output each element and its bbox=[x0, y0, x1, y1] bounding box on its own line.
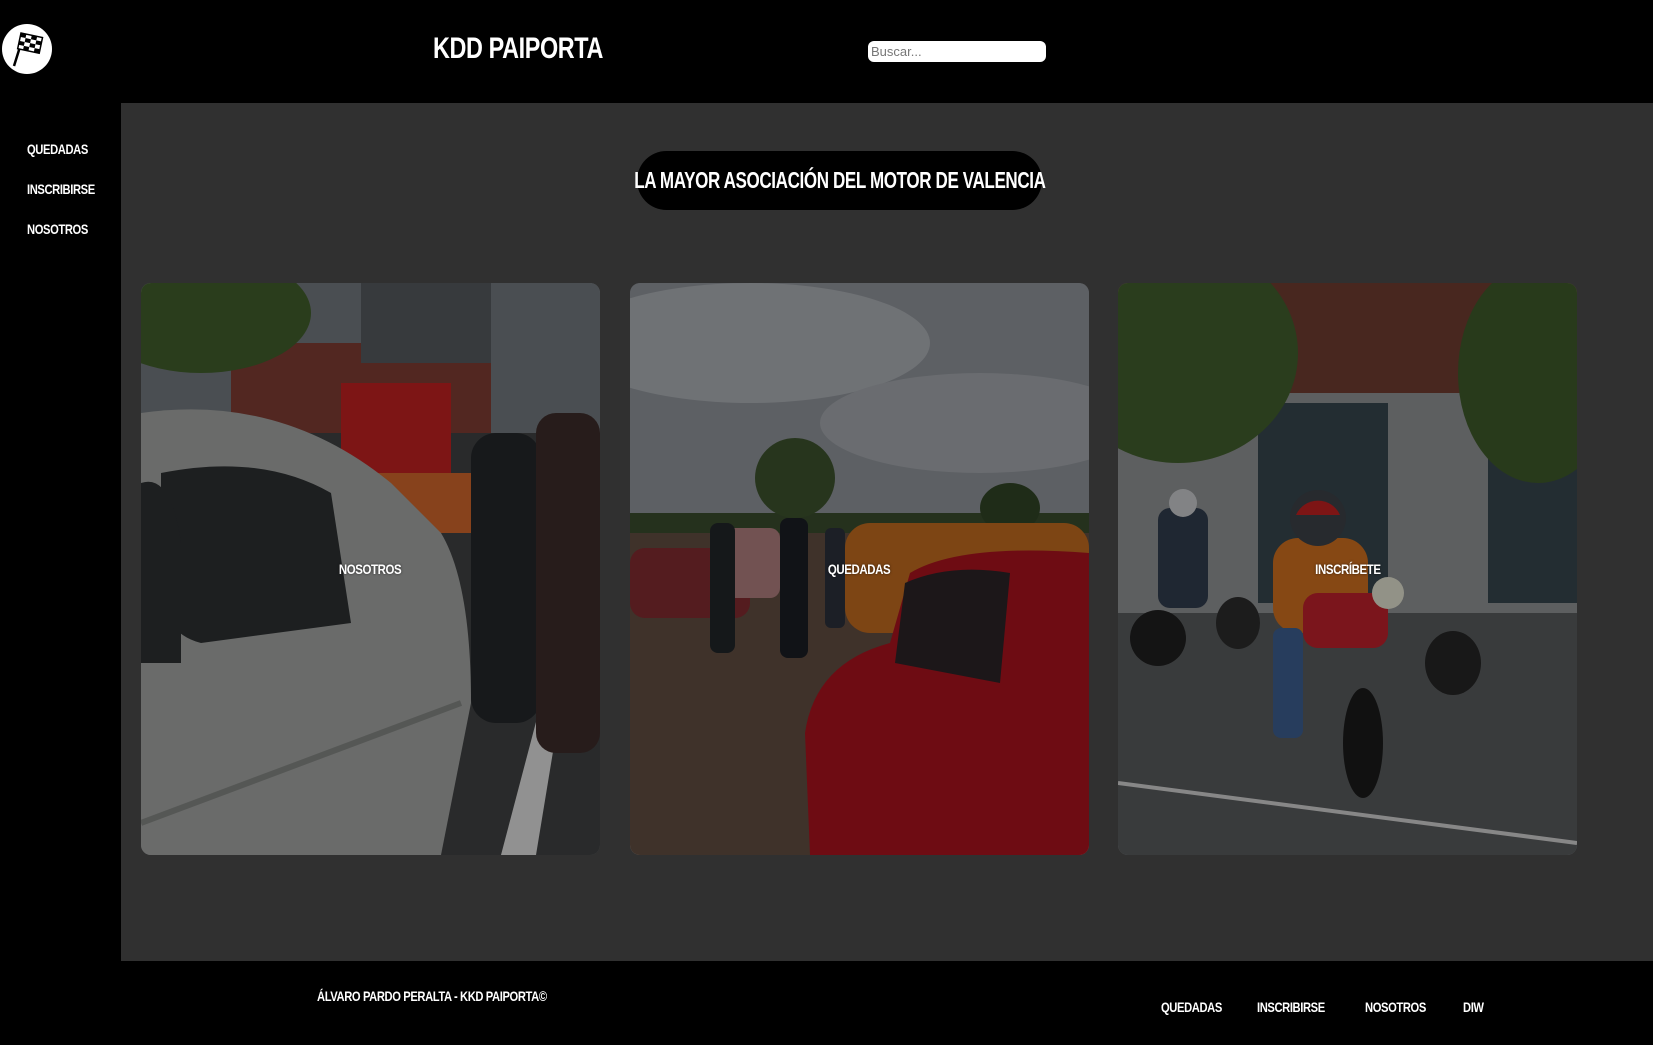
site-title: KDD PAIPORTA bbox=[433, 32, 603, 65]
site-footer: ÁLVARO PARDO PERALTA - KKD PAIPORTA© QUE… bbox=[0, 961, 1653, 1045]
footer-link-quedadas[interactable]: QUEDADAS bbox=[1161, 998, 1222, 1016]
headline-banner: LA MAYOR ASOCIACIÓN DEL MOTOR DE VALENCI… bbox=[633, 151, 1046, 210]
checkered-flag-icon[interactable] bbox=[2, 24, 52, 74]
site-header: KDD PAIPORTA bbox=[0, 0, 1653, 103]
card-label: NOSOTROS bbox=[339, 561, 402, 577]
card-nosotros[interactable]: NOSOTROS bbox=[141, 283, 600, 855]
footer-link-nosotros[interactable]: NOSOTROS bbox=[1365, 998, 1426, 1016]
sidebar-item-nosotros[interactable]: NOSOTROS bbox=[27, 220, 88, 238]
search-input[interactable] bbox=[868, 41, 1046, 62]
card-inscribete[interactable]: INSCRÍBETE bbox=[1118, 283, 1577, 855]
footer-link-inscribirse[interactable]: INSCRIBIRSE bbox=[1257, 998, 1325, 1016]
card-label: QUEDADAS bbox=[828, 561, 891, 577]
sidebar-item-quedadas[interactable]: QUEDADAS bbox=[27, 140, 88, 158]
sidebar-item-inscribirse[interactable]: INSCRIBIRSE bbox=[27, 180, 95, 198]
main-content: LA MAYOR ASOCIACIÓN DEL MOTOR DE VALENCI… bbox=[121, 103, 1653, 961]
card-label: INSCRÍBETE bbox=[1314, 561, 1381, 577]
card-quedadas[interactable]: QUEDADAS bbox=[630, 283, 1089, 855]
copyright-text: ÁLVARO PARDO PERALTA - KKD PAIPORTA© bbox=[317, 988, 547, 1004]
headline: LA MAYOR ASOCIACIÓN DEL MOTOR DE VALENCI… bbox=[633, 167, 1046, 193]
sidebar: QUEDADAS INSCRIBIRSE NOSOTROS bbox=[0, 103, 121, 961]
footer-link-diw[interactable]: DIW bbox=[1463, 998, 1484, 1016]
